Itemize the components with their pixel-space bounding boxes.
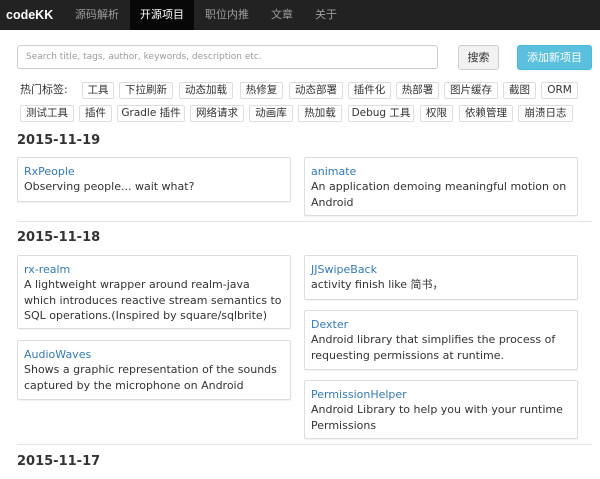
project-card: PermissionHelper Android Library to help…: [304, 380, 578, 439]
project-description: Android library that simplifies the proc…: [311, 333, 556, 362]
project-description: activity finish like 简书，: [311, 278, 444, 291]
project-description: Observing people... wait what?: [24, 180, 195, 193]
project-title-link[interactable]: AudioWaves: [24, 347, 284, 362]
tag-item[interactable]: 动态部署: [289, 82, 343, 99]
top-navbar: codeKK 源码解析 开源项目 职位内推 文章 关于: [0, 0, 600, 30]
search-input[interactable]: [17, 45, 438, 69]
project-title-link[interactable]: RxPeople: [24, 164, 284, 179]
tag-item[interactable]: 崩溃日志: [518, 105, 573, 122]
project-title-link[interactable]: animate: [311, 164, 571, 179]
tag-item[interactable]: 截图: [503, 82, 536, 99]
project-card: JJSwipeBack activity finish like 简书，: [304, 255, 578, 300]
tag-item[interactable]: 图片缓存: [444, 82, 498, 99]
tag-item[interactable]: 工具: [82, 82, 114, 99]
tag-item[interactable]: Gradle 插件: [117, 105, 185, 122]
section-divider: [17, 444, 592, 445]
project-title-link[interactable]: JJSwipeBack: [311, 262, 571, 277]
project-card: animate An application demoing meaningfu…: [304, 157, 578, 216]
tag-item[interactable]: 动态加载: [179, 82, 233, 99]
project-title-link[interactable]: PermissionHelper: [311, 387, 571, 402]
project-card: AudioWaves Shows a graphic representatio…: [17, 340, 291, 400]
project-description: An application demoing meaningful motion…: [311, 180, 567, 209]
search-button[interactable]: 搜索: [458, 45, 499, 70]
date-heading: 2015-11-17: [17, 454, 101, 469]
project-description: Android Library to help you with your ru…: [311, 403, 563, 432]
tag-item[interactable]: 权限: [420, 105, 453, 122]
date-heading: 2015-11-19: [17, 133, 101, 148]
tag-item[interactable]: Debug 工具: [348, 105, 414, 122]
project-title-link[interactable]: rx-realm: [24, 262, 284, 277]
tag-item[interactable]: 热加载: [298, 105, 342, 122]
hot-tags-label: 热门标签:: [20, 83, 68, 96]
nav-source-analysis[interactable]: 源码解析: [66, 0, 128, 30]
project-description: A lightweight wrapper around realm-java …: [24, 278, 282, 322]
project-description: Shows a graphic representation of the so…: [24, 363, 277, 392]
tag-item[interactable]: 网络请求: [190, 105, 244, 122]
section-divider: [17, 221, 592, 222]
tag-item[interactable]: ORM: [541, 82, 578, 99]
tag-item[interactable]: 下拉刷新: [119, 82, 173, 99]
date-heading: 2015-11-18: [17, 230, 101, 245]
tag-item[interactable]: 依赖管理: [459, 105, 513, 122]
project-title-link[interactable]: Dexter: [311, 317, 571, 332]
tag-item[interactable]: 插件: [79, 105, 112, 122]
tag-item[interactable]: 测试工具: [20, 105, 74, 122]
nav-articles[interactable]: 文章: [262, 0, 302, 30]
brand-logo[interactable]: codeKK: [6, 0, 53, 30]
tag-item[interactable]: 插件化: [348, 82, 391, 99]
project-card: RxPeople Observing people... wait what?: [17, 157, 291, 202]
tag-item[interactable]: 热部署: [396, 82, 439, 99]
project-card: rx-realm A lightweight wrapper around re…: [17, 255, 291, 329]
project-card: Dexter Android library that simplifies t…: [304, 310, 578, 370]
nav-about[interactable]: 关于: [306, 0, 346, 30]
tag-item[interactable]: 动画库: [249, 105, 293, 122]
nav-job-referrals[interactable]: 职位内推: [196, 0, 258, 30]
nav-open-source-projects[interactable]: 开源项目: [130, 0, 194, 30]
add-project-button[interactable]: 添加新项目: [517, 45, 592, 70]
tag-item[interactable]: 热修复: [240, 82, 283, 99]
